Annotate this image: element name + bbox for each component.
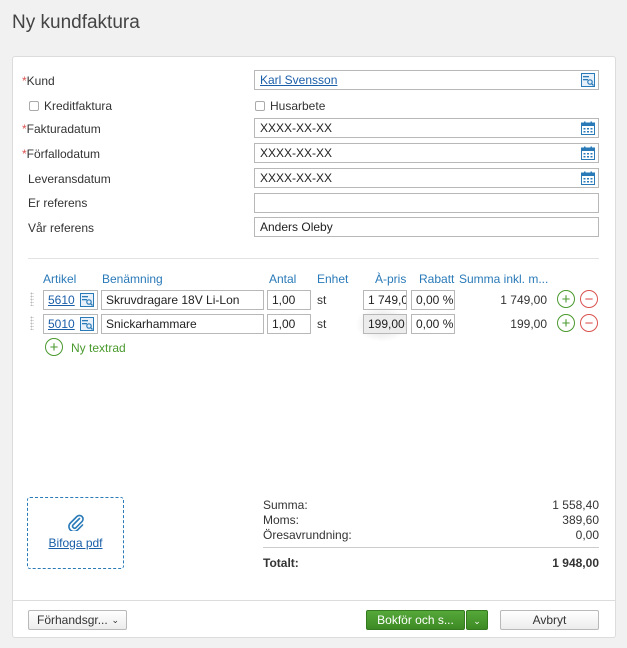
remove-row-button[interactable]: − xyxy=(580,314,598,332)
kund-input[interactable]: Karl Svensson xyxy=(254,70,599,90)
calendar-icon[interactable] xyxy=(581,146,595,160)
summa-total: 1 558,40 xyxy=(552,498,599,512)
enhet-value[interactable]: st xyxy=(317,314,326,334)
totalt-value: 1 948,00 xyxy=(552,556,599,570)
leveransdatum-label: Leveransdatum xyxy=(28,172,111,186)
chevron-down-icon: ⌄ xyxy=(111,615,119,625)
moms-label: Moms: xyxy=(263,513,299,527)
antal-input[interactable]: 1,00 xyxy=(267,314,311,334)
totalt-label: Totalt: xyxy=(263,556,299,570)
summa-label: Summa: xyxy=(263,498,308,512)
attachment-dropzone[interactable]: Bifoga pdf xyxy=(27,497,124,569)
benamning-input[interactable]: Snickarhammare xyxy=(101,314,264,334)
divider xyxy=(28,258,599,259)
oresavrundning-label: Öresavrundning: xyxy=(263,528,352,542)
add-row-button[interactable]: + xyxy=(557,314,575,332)
moms-total: 389,60 xyxy=(562,513,599,527)
article-lookup-icon[interactable] xyxy=(80,317,94,331)
paperclip-icon xyxy=(68,514,84,531)
page-title: Ny kundfaktura xyxy=(12,12,140,33)
drag-handle[interactable] xyxy=(30,316,34,330)
col-antal[interactable]: Antal xyxy=(269,272,296,286)
rabatt-input[interactable]: 0,00 % xyxy=(411,290,455,310)
customer-lookup-icon[interactable] xyxy=(581,73,595,87)
add-textrow-icon[interactable]: + xyxy=(45,338,63,356)
husarbete-checkbox[interactable] xyxy=(255,101,265,111)
enhet-value[interactable]: st xyxy=(317,290,326,310)
husarbete-label: Husarbete xyxy=(270,99,326,113)
footer-divider xyxy=(13,600,615,601)
er-referens-label: Er referens xyxy=(28,196,88,210)
kreditfaktura-checkbox[interactable] xyxy=(29,101,39,111)
chevron-down-icon: ⌄ xyxy=(473,616,481,626)
summa-value: 199,00 xyxy=(510,317,547,331)
remove-row-button[interactable]: − xyxy=(580,290,598,308)
col-artikel[interactable]: Artikel xyxy=(43,272,76,286)
calendar-icon[interactable] xyxy=(581,171,595,185)
er-referens-input[interactable] xyxy=(254,193,599,213)
fakturadatum-label: *Fakturadatum xyxy=(22,122,101,136)
var-referens-label: Vår referens xyxy=(28,221,95,235)
col-apris[interactable]: À-pris xyxy=(375,272,406,286)
calendar-icon[interactable] xyxy=(581,121,595,135)
col-benamning[interactable]: Benämning xyxy=(102,272,163,286)
add-textrow-link[interactable]: Ny textrad xyxy=(71,341,126,355)
book-options-dropdown[interactable]: ⌄ xyxy=(466,610,488,630)
drag-handle[interactable] xyxy=(30,292,34,306)
benamning-input[interactable]: Skruvdragare 18V Li-Lon xyxy=(101,290,264,310)
col-enhet[interactable]: Enhet xyxy=(317,272,348,286)
forfallodatum-input[interactable]: XXXX-XX-XX xyxy=(254,143,599,163)
var-referens-input[interactable]: Anders Oleby xyxy=(254,217,599,237)
summa-value: 1 749,00 xyxy=(500,293,547,307)
cancel-button[interactable]: Avbryt xyxy=(500,610,599,630)
rabatt-input[interactable]: 0,00 % xyxy=(411,314,455,334)
kreditfaktura-label: Kreditfaktura xyxy=(44,99,113,113)
forfallodatum-label: *Förfallodatum xyxy=(22,147,101,161)
antal-input[interactable]: 1,00 xyxy=(267,290,311,310)
col-summa[interactable]: Summa inkl. m... xyxy=(459,272,548,286)
article-lookup-icon[interactable] xyxy=(80,293,94,307)
oresavrundning-total: 0,00 xyxy=(575,528,599,542)
attach-pdf-link[interactable]: Bifoga pdf xyxy=(28,536,123,550)
artikel-input[interactable]: 5010 xyxy=(43,314,98,334)
book-and-send-button[interactable]: Bokför och s... xyxy=(366,610,465,630)
fakturadatum-input[interactable]: XXXX-XX-XX xyxy=(254,118,599,138)
artikel-input[interactable]: 5610 xyxy=(43,290,98,310)
kund-label: *Kund xyxy=(22,74,55,88)
totals-divider xyxy=(263,547,599,548)
leveransdatum-input[interactable]: XXXX-XX-XX xyxy=(254,168,599,188)
apris-input[interactable]: 199,00 xyxy=(363,314,407,334)
kund-link[interactable]: Karl Svensson xyxy=(260,73,337,87)
preview-dropdown[interactable]: Förhandsgr... ⌄ xyxy=(28,610,127,630)
col-rabatt[interactable]: Rabatt xyxy=(419,272,454,286)
add-row-button[interactable]: + xyxy=(557,290,575,308)
